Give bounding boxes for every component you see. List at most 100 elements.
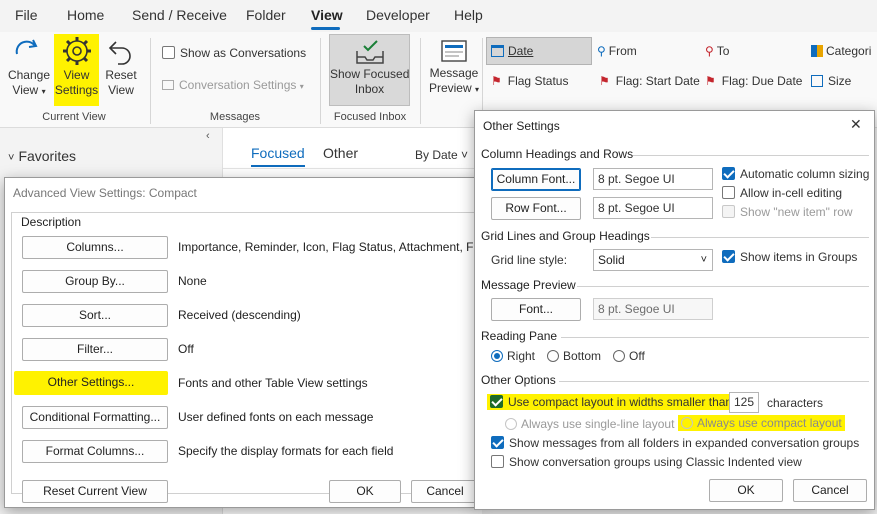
group-focused-inbox: Focused Inbox: [333, 111, 407, 123]
arrange-flag-start-date[interactable]: ⚑ Flag: Start Date: [599, 74, 700, 88]
column-font-button[interactable]: Column Font...: [491, 168, 581, 191]
tab-help[interactable]: Help: [454, 7, 483, 23]
preview-font-button[interactable]: Font...: [491, 298, 581, 321]
conditional-formatting-button[interactable]: Conditional Formatting...: [22, 406, 168, 429]
chevron-down-icon: ▾: [475, 85, 480, 94]
message-preview-button[interactable]: Message Preview ▾: [426, 36, 482, 106]
change-view-icon: [15, 39, 38, 55]
chevron-down-icon: ˅: [700, 254, 707, 266]
show-as-conversations-checkbox[interactable]: Show as Conversations: [162, 46, 306, 60]
compact-width-input[interactable]: 125: [729, 392, 759, 413]
arrange-date[interactable]: Date: [486, 37, 592, 65]
dialog-title: Other Settings: [483, 119, 560, 133]
favorites-header[interactable]: ˅ Favorites: [8, 148, 76, 164]
list-header-divider: [223, 168, 483, 169]
message-preview-section: Message Preview: [481, 278, 576, 292]
sort-by-date-button[interactable]: By Date ˅: [415, 148, 468, 162]
ribbon-separator: [320, 38, 321, 124]
reading-pane-right-radio[interactable]: Right: [491, 349, 535, 363]
section-divider: [577, 286, 869, 287]
tab-send-receive[interactable]: Send / Receive: [132, 7, 227, 23]
size-icon: [811, 75, 823, 87]
row-font-button[interactable]: Row Font...: [491, 197, 581, 220]
show-items-in-groups-checkbox[interactable]: Show items in Groups: [722, 250, 857, 264]
allow-in-cell-editing-checkbox[interactable]: Allow in-cell editing: [722, 186, 842, 200]
other-settings-description: Fonts and other Table View settings: [178, 376, 368, 390]
grid-line-style-select[interactable]: Solid ˅: [593, 249, 713, 271]
characters-label: characters: [767, 396, 824, 410]
columns-button[interactable]: Columns...: [22, 236, 168, 259]
format-columns-button[interactable]: Format Columns...: [22, 440, 168, 463]
tab-focused[interactable]: Focused: [251, 145, 305, 161]
other-settings-button[interactable]: Other Settings...: [14, 371, 168, 395]
columns-description: Importance, Reminder, Icon, Flag Status,…: [178, 240, 487, 254]
person-icon: ⚲: [705, 44, 714, 58]
checkbox-icon: [491, 455, 504, 468]
ribbon-tab-bar: File Home Send / Receive Folder View Dev…: [0, 0, 877, 32]
gear-icon: [62, 37, 91, 65]
reading-pane-bottom-radio[interactable]: Bottom: [547, 349, 601, 363]
radio-icon: [681, 417, 693, 429]
section-divider: [561, 337, 869, 338]
classic-indented-checkbox[interactable]: Show conversation groups using Classic I…: [491, 455, 802, 469]
flag-icon: ⚑: [705, 74, 716, 88]
person-icon: ⚲: [597, 44, 606, 58]
collapse-icon[interactable]: ‹: [206, 130, 210, 142]
single-line-layout-radio[interactable]: Always use single-line layout: [505, 417, 674, 431]
view-settings-button[interactable]: View Settings: [54, 34, 99, 106]
show-all-folders-checkbox[interactable]: Show messages from all folders in expand…: [491, 436, 859, 450]
column-font-field: 8 pt. Segoe UI: [593, 168, 713, 190]
arrange-from[interactable]: ⚲ From: [597, 44, 637, 58]
undo-icon: [108, 41, 131, 65]
cancel-button[interactable]: Cancel: [793, 479, 867, 502]
arrange-flag-status[interactable]: ⚑ Flag Status: [491, 74, 568, 88]
ribbon-separator: [420, 38, 421, 124]
arrange-categories[interactable]: Categori: [811, 44, 871, 58]
column-headings-section: Column Headings and Rows: [481, 147, 634, 161]
group-by-button[interactable]: Group By...: [22, 270, 168, 293]
tab-other[interactable]: Other: [323, 145, 358, 161]
grid-lines-section: Grid Lines and Group Headings: [481, 229, 650, 243]
message-preview-icon: [441, 40, 467, 62]
automatic-column-sizing-checkbox[interactable]: Automatic column sizing: [722, 167, 869, 181]
group-current-view: Current View: [42, 111, 106, 123]
radio-selected-icon: [491, 350, 503, 362]
chevron-down-icon: ˅: [8, 152, 15, 164]
change-view-button[interactable]: Change View ▾: [6, 36, 52, 106]
close-icon[interactable]: ✕: [850, 116, 862, 133]
tab-home[interactable]: Home: [67, 7, 104, 23]
cancel-button[interactable]: Cancel: [411, 480, 479, 503]
group-by-description: None: [178, 274, 207, 288]
tab-developer[interactable]: Developer: [366, 7, 430, 23]
checkbox-checked-icon: [490, 395, 503, 408]
tab-view[interactable]: View: [311, 7, 343, 23]
tab-folder[interactable]: Folder: [246, 7, 286, 23]
ok-button[interactable]: OK: [329, 480, 401, 503]
reading-pane-off-radio[interactable]: Off: [613, 349, 645, 363]
conditional-formatting-description: User defined fonts on each message: [178, 410, 374, 424]
active-tab-indicator: [311, 27, 340, 30]
checkbox-checked-icon: [722, 250, 735, 263]
radio-icon: [547, 350, 559, 362]
conversation-settings-icon: [162, 80, 174, 90]
reset-view-button[interactable]: Reset View: [101, 36, 141, 106]
section-divider: [651, 237, 869, 238]
always-compact-layout-radio[interactable]: Always use compact layout: [678, 415, 845, 431]
arrange-flag-due-date[interactable]: ⚑ Flag: Due Date: [705, 74, 802, 88]
dialog-title: Advanced View Settings: Compact: [13, 186, 197, 200]
filter-description: Off: [178, 342, 194, 356]
tab-file[interactable]: File: [15, 7, 38, 23]
show-new-item-row-checkbox[interactable]: Show "new item" row: [722, 205, 853, 219]
show-focused-inbox-button[interactable]: Show Focused Inbox: [329, 34, 410, 106]
radio-icon: [505, 418, 517, 430]
filter-button[interactable]: Filter...: [22, 338, 168, 361]
reset-current-view-button[interactable]: Reset Current View: [22, 480, 168, 503]
sort-button[interactable]: Sort...: [22, 304, 168, 327]
ok-button[interactable]: OK: [709, 479, 783, 502]
arrange-to[interactable]: ⚲ To: [705, 44, 729, 58]
advanced-view-settings-dialog: Advanced View Settings: Compact Descript…: [4, 177, 487, 508]
focused-tab-underline: [251, 165, 305, 167]
conversation-settings-button[interactable]: Conversation Settings ▾: [162, 78, 304, 92]
arrange-size[interactable]: Size: [811, 74, 851, 88]
compact-layout-checkbox[interactable]: Use compact layout in widths smaller tha…: [487, 394, 736, 410]
